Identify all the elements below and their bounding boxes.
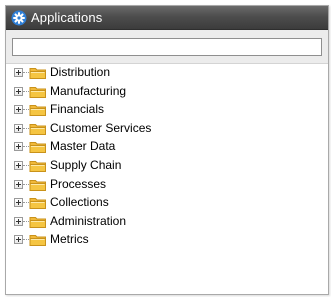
tree-item-label[interactable]: Financials	[50, 102, 104, 117]
tree-item-label[interactable]: Master Data	[50, 139, 115, 154]
folder-icon	[29, 68, 46, 79]
panel-title: Applications	[31, 10, 103, 25]
tree-item[interactable]: Processes	[6, 176, 328, 195]
expand-plus-icon[interactable]	[14, 179, 23, 189]
search-input[interactable]	[12, 38, 322, 56]
expand-plus-icon[interactable]	[14, 105, 23, 115]
applications-tree: Distribution Manufacturing Financials Custo…	[6, 64, 328, 250]
folder-icon	[29, 86, 46, 98]
expand-plus-icon[interactable]	[14, 198, 23, 208]
tree-item-label[interactable]: Collections	[50, 195, 109, 210]
tree-item-label[interactable]: Manufacturing	[50, 84, 126, 99]
tree-item[interactable]: Supply Chain	[6, 157, 328, 176]
applications-panel: Applications Distribution Manufacturing Fi…	[5, 5, 329, 295]
expand-plus-icon[interactable]	[14, 123, 23, 133]
tree-item[interactable]: Distribution	[6, 64, 328, 83]
folder-icon	[29, 198, 46, 210]
expand-plus-icon[interactable]	[14, 160, 23, 170]
folder-icon	[29, 235, 46, 247]
tree-item[interactable]: Metrics	[6, 231, 328, 250]
tree-item-label[interactable]: Supply Chain	[50, 158, 121, 173]
tree-item-label[interactable]: Processes	[50, 177, 106, 192]
folder-icon	[29, 105, 46, 117]
tree-item-label[interactable]: Distribution	[50, 65, 110, 80]
expand-plus-icon[interactable]	[14, 142, 23, 152]
tree-item[interactable]: Collections	[6, 194, 328, 213]
folder-icon	[29, 179, 46, 191]
expand-plus-icon[interactable]	[14, 68, 23, 77]
expand-plus-icon[interactable]	[14, 235, 23, 245]
tree-item[interactable]: Master Data	[6, 138, 328, 157]
tree-item-label[interactable]: Customer Services	[50, 121, 151, 136]
tree-item[interactable]: Customer Services	[6, 120, 328, 139]
panel-titlebar: Applications	[6, 6, 328, 30]
gear-icon	[11, 10, 27, 26]
folder-icon	[29, 142, 46, 154]
folder-icon	[29, 216, 46, 228]
tree-item-label[interactable]: Metrics	[50, 232, 89, 247]
tree-item-label[interactable]: Administration	[50, 214, 126, 229]
folder-icon	[29, 160, 46, 172]
tree-item[interactable]: Financials	[6, 101, 328, 120]
expand-plus-icon[interactable]	[14, 216, 23, 226]
search-bar	[6, 30, 328, 64]
expand-plus-icon[interactable]	[14, 86, 23, 96]
tree-item[interactable]: Manufacturing	[6, 83, 328, 102]
tree-item[interactable]: Administration	[6, 213, 328, 232]
folder-icon	[29, 123, 46, 135]
